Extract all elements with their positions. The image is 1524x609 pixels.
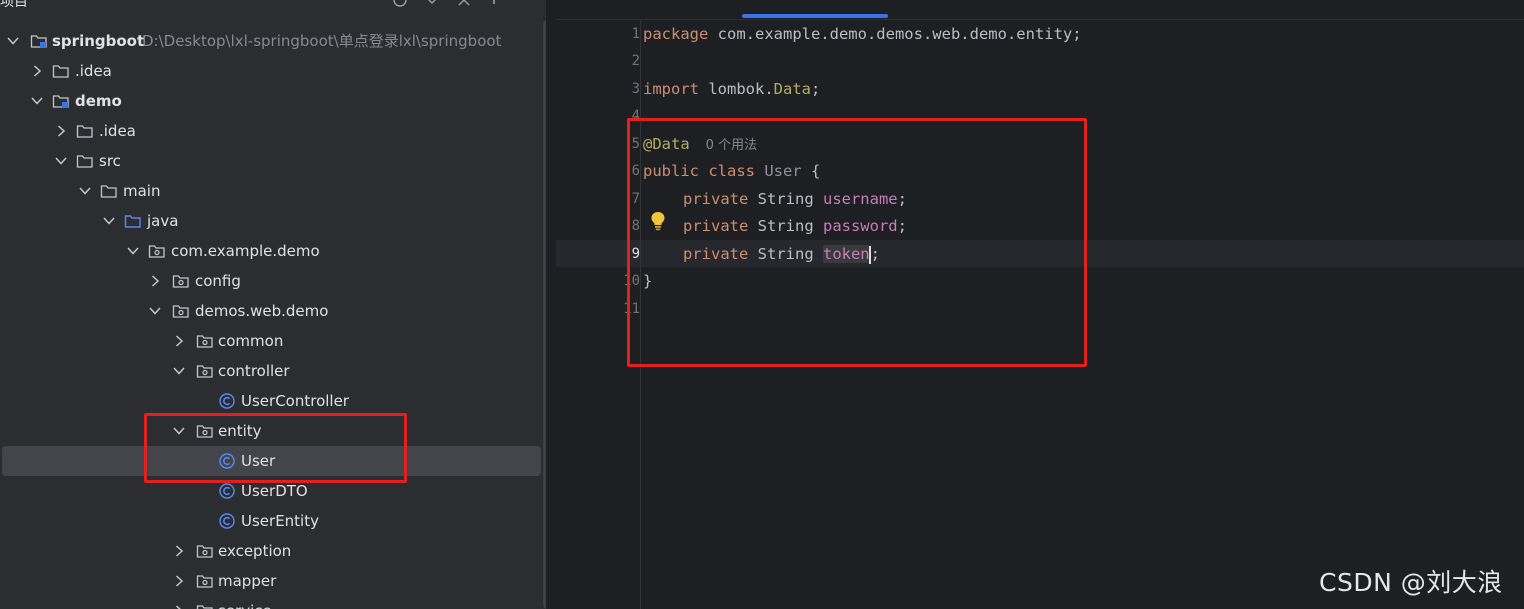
package-icon — [196, 603, 214, 609]
tree-row-service[interactable]: service — [2, 596, 541, 609]
line-number: 1 — [631, 26, 640, 42]
chevron-down-icon[interactable] — [102, 214, 116, 228]
tree-row-src[interactable]: src — [2, 146, 541, 176]
chevron-right-icon[interactable] — [172, 544, 186, 558]
tree-item-label: src — [99, 152, 121, 170]
tree-item-label: main — [123, 182, 161, 200]
tree-item-label: demos.web.demo — [195, 302, 329, 320]
keyword-import: import — [643, 80, 699, 98]
tree-row-java[interactable]: java — [2, 206, 541, 236]
annotation-highlight-box — [144, 413, 407, 483]
code-line-1: package com.example.demo.demos.web.demo.… — [643, 21, 1082, 48]
chevron-down-icon[interactable] — [148, 304, 162, 318]
tree-row-package[interactable]: com.example.demo — [2, 236, 541, 266]
tree-row-usercontroller[interactable]: UserController — [2, 386, 541, 416]
semicolon: ; — [810, 80, 821, 98]
chevron-right-icon[interactable] — [30, 64, 44, 78]
tree-item-label: exception — [218, 542, 292, 560]
tree-row-demos-web-demo[interactable]: demos.web.demo — [2, 296, 541, 326]
close-icon[interactable] — [456, 0, 472, 8]
editor-tab-strip — [556, 0, 1524, 20]
tree-item-label: UserController — [241, 392, 349, 410]
import-package: lombok. — [699, 80, 774, 98]
tree-item-label: config — [195, 272, 241, 290]
collapse-all-icon[interactable] — [424, 0, 440, 8]
tree-row-main[interactable]: main — [2, 176, 541, 206]
line-number: 2 — [631, 53, 640, 69]
package-icon — [196, 333, 214, 349]
package-icon — [196, 573, 214, 589]
java-class-icon — [218, 483, 236, 499]
tree-scrollbar[interactable] — [543, 20, 546, 609]
chevron-down-icon[interactable] — [6, 34, 20, 48]
keyword-package: package — [643, 25, 709, 43]
line-number: 3 — [631, 81, 640, 97]
project-panel-title: 项目 — [0, 0, 28, 10]
folder-icon — [76, 153, 94, 169]
tree-item-label: .idea — [75, 62, 112, 80]
code-editor[interactable]: 1 2 3 4 5 6 7 8 9 10 11 package com.exam… — [556, 0, 1524, 609]
tree-item-label: .idea — [99, 122, 136, 140]
folder-icon — [76, 123, 94, 139]
tree-row-idea[interactable]: .idea — [2, 116, 541, 146]
chevron-down-icon[interactable] — [172, 364, 186, 378]
chevron-right-icon[interactable] — [172, 334, 186, 348]
tree-row-demo[interactable]: demo — [2, 86, 541, 116]
java-class-icon — [218, 513, 236, 529]
tree-row-config[interactable]: config — [2, 266, 541, 296]
tree-item-label: demo — [75, 92, 122, 110]
chevron-down-icon[interactable] — [30, 94, 44, 108]
tree-row-idea[interactable]: .idea — [2, 56, 541, 86]
package-icon — [196, 363, 214, 379]
chevron-right-icon[interactable] — [148, 274, 162, 288]
project-tool-window: 项目 springboot D:\Desktop\lxl-springboot\… — [0, 0, 546, 609]
source-folder-icon — [124, 213, 142, 229]
tree-item-label: mapper — [218, 572, 277, 590]
package-icon — [148, 243, 166, 259]
watermark: CSDN @刘大浪 — [1319, 568, 1503, 597]
code-line-3: import lombok.Data; — [643, 76, 820, 103]
tree-item-label: springboot — [52, 32, 145, 50]
module-folder-icon — [52, 93, 70, 109]
tree-item-label: controller — [218, 362, 290, 380]
tree-row-userentity[interactable]: UserEntity — [2, 506, 541, 536]
tree-row-common[interactable]: common — [2, 326, 541, 356]
chevron-right-icon[interactable] — [172, 604, 186, 609]
tree-row-controller[interactable]: controller — [2, 356, 541, 386]
tree-item-label: com.example.demo — [171, 242, 320, 260]
java-class-icon — [218, 393, 236, 409]
package-name: com.example.demo.demos.web.demo.entity; — [708, 25, 1082, 43]
tree-row-mapper[interactable]: mapper — [2, 566, 541, 596]
tree-item-label: java — [147, 212, 179, 230]
chevron-down-icon[interactable] — [78, 184, 92, 198]
tree-item-label: service — [218, 596, 272, 609]
target-icon[interactable] — [392, 0, 408, 8]
tree-item-label: common — [218, 332, 284, 350]
package-icon — [172, 303, 190, 319]
project-path-hint: D:\Desktop\lxl-springboot\单点登录lxl\spring… — [142, 32, 502, 50]
package-icon — [196, 543, 214, 559]
chevron-down-icon[interactable] — [54, 154, 68, 168]
folder-icon — [100, 183, 118, 199]
chevron-right-icon[interactable] — [172, 574, 186, 588]
project-panel-header: 项目 — [0, 0, 546, 12]
annotation-highlight-box — [627, 118, 1087, 367]
package-icon — [172, 273, 190, 289]
options-icon[interactable] — [486, 0, 502, 8]
chevron-right-icon[interactable] — [54, 124, 68, 138]
module-folder-icon — [30, 33, 48, 49]
tree-row-springboot[interactable]: springboot D:\Desktop\lxl-springboot\单点登… — [2, 26, 541, 56]
import-class: Data — [773, 80, 811, 98]
tree-row-exception[interactable]: exception — [2, 536, 541, 566]
active-tab-indicator — [742, 14, 888, 18]
folder-icon — [52, 63, 70, 79]
tree-item-label: UserEntity — [241, 512, 319, 530]
chevron-down-icon[interactable] — [126, 244, 140, 258]
